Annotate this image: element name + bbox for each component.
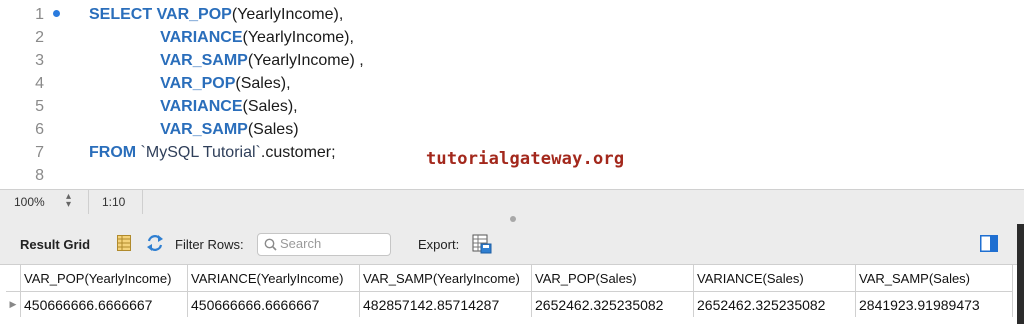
table-cell[interactable]: 482857142.85714287 xyxy=(359,291,532,317)
table-cell[interactable]: 450666666.6666667 xyxy=(20,291,188,317)
result-grid-label: Result Grid xyxy=(20,237,91,252)
splitter-handle-icon[interactable] xyxy=(510,216,516,222)
code-text: .customer; xyxy=(260,144,336,161)
filter-search-box[interactable] xyxy=(257,233,391,256)
code-text: (Sales), xyxy=(235,75,291,92)
table-row[interactable]: ▶ 450666666.6666667 450666666.6666667 48… xyxy=(6,291,1013,317)
code-line-6: VAR_SAMP(Sales) xyxy=(89,121,299,139)
status-separator xyxy=(142,190,143,214)
code-text: (YearlyIncome), xyxy=(242,29,354,46)
column-header[interactable]: VARIANCE(YearlyIncome) xyxy=(187,265,360,292)
column-header[interactable]: VAR_SAMP(Sales) xyxy=(855,265,1013,292)
code-line-3: VAR_SAMP(YearlyIncome) , xyxy=(89,52,364,70)
line-number: 6 xyxy=(35,121,44,138)
result-grid[interactable]: VAR_POP(YearlyIncome) VARIANCE(YearlyInc… xyxy=(0,265,1024,324)
sql-keyword: SELECT xyxy=(89,6,157,23)
row-header-corner xyxy=(6,265,21,292)
code-text: (Sales), xyxy=(242,98,298,115)
table-cell[interactable]: 2652462.325235082 xyxy=(693,291,856,317)
line-number: 1 xyxy=(35,6,44,23)
status-separator xyxy=(88,190,89,214)
grid-view-icon[interactable] xyxy=(117,235,131,251)
column-header[interactable]: VARIANCE(Sales) xyxy=(693,265,856,292)
sql-function: VAR_POP xyxy=(156,6,232,23)
refresh-icon[interactable] xyxy=(146,234,164,252)
code-text: (Sales) xyxy=(247,121,299,138)
code-line-4: VAR_POP(Sales), xyxy=(89,75,291,93)
table-cell[interactable]: 2841923.91989473 xyxy=(855,291,1013,317)
code-line-1: SELECT VAR_POP(YearlyIncome), xyxy=(89,6,343,24)
search-icon xyxy=(264,238,277,251)
toggle-side-panel-icon[interactable] xyxy=(980,235,998,255)
zoom-stepper-icon[interactable]: ▴ ▾ xyxy=(66,192,71,210)
pane-splitter[interactable] xyxy=(0,214,1024,224)
table-header-row: VAR_POP(YearlyIncome) VARIANCE(YearlyInc… xyxy=(6,265,1013,292)
code-text: (YearlyIncome), xyxy=(231,6,344,23)
code-text: (YearlyIncome) , xyxy=(247,52,364,69)
cursor-position: 1:10 xyxy=(102,195,126,209)
code-line-7: FROM `MySQL Tutorial`.customer; xyxy=(89,144,336,162)
export-label: Export: xyxy=(418,237,460,252)
table-cell[interactable]: 450666666.6666667 xyxy=(187,291,360,317)
sql-keyword: FROM xyxy=(89,144,141,161)
sql-identifier: `MySQL Tutorial` xyxy=(140,144,261,161)
result-table: VAR_POP(YearlyIncome) VARIANCE(YearlyInc… xyxy=(6,265,1013,317)
column-header[interactable]: VAR_POP(YearlyIncome) xyxy=(20,265,188,292)
sql-function: VAR_SAMP xyxy=(160,52,248,69)
row-selector-icon[interactable]: ▶ xyxy=(6,291,21,317)
sql-editor[interactable]: 1 2 3 4 5 6 7 8 SELECT VAR_POP(YearlyInc… xyxy=(0,0,1024,188)
window-edge xyxy=(1017,224,1024,324)
sql-function: VAR_POP xyxy=(160,75,236,92)
filter-rows-label: Filter Rows: xyxy=(175,237,244,252)
code-line-2: VARIANCE(YearlyIncome), xyxy=(89,29,354,47)
line-number: 5 xyxy=(35,98,44,115)
line-number: 2 xyxy=(35,29,44,46)
current-statement-marker-icon xyxy=(53,10,60,17)
sql-function: VARIANCE xyxy=(160,29,243,46)
watermark-text: tutorialgateway.org xyxy=(426,149,625,169)
line-number: 7 xyxy=(35,144,44,161)
column-header[interactable]: VAR_SAMP(YearlyIncome) xyxy=(359,265,532,292)
line-number: 4 xyxy=(35,75,44,92)
column-header[interactable]: VAR_POP(Sales) xyxy=(531,265,694,292)
line-number: 3 xyxy=(35,52,44,69)
sql-function: VAR_SAMP xyxy=(160,121,248,138)
editor-status-bar: 100% ▴ ▾ 1:10 xyxy=(0,189,1024,215)
export-icon[interactable] xyxy=(472,234,492,257)
result-toolbar: Result Grid Filter Rows: Export: xyxy=(0,224,1024,265)
table-cell[interactable]: 2652462.325235082 xyxy=(531,291,694,317)
code-line-5: VARIANCE(Sales), xyxy=(89,98,298,116)
line-number: 8 xyxy=(35,167,44,184)
sql-function: VARIANCE xyxy=(160,98,243,115)
search-input[interactable] xyxy=(280,235,385,252)
zoom-level[interactable]: 100% xyxy=(14,195,45,209)
line-number-gutter: 1 2 3 4 5 6 7 8 xyxy=(0,0,76,188)
